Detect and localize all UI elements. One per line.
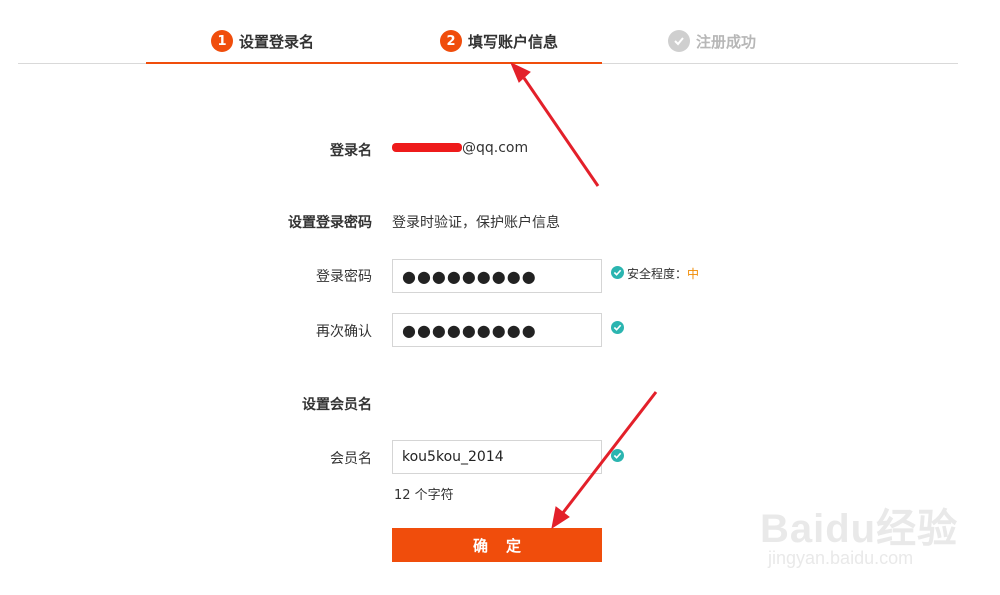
arrow-to-step-2 <box>510 61 600 187</box>
watermark-url: jingyan.baidu.com <box>768 548 914 568</box>
watermark-logo: Baidu经验 <box>760 507 959 551</box>
baidu-watermark: Baidu经验 jingyan.baidu.com <box>760 496 959 568</box>
arrow-to-confirm-button <box>551 391 658 530</box>
